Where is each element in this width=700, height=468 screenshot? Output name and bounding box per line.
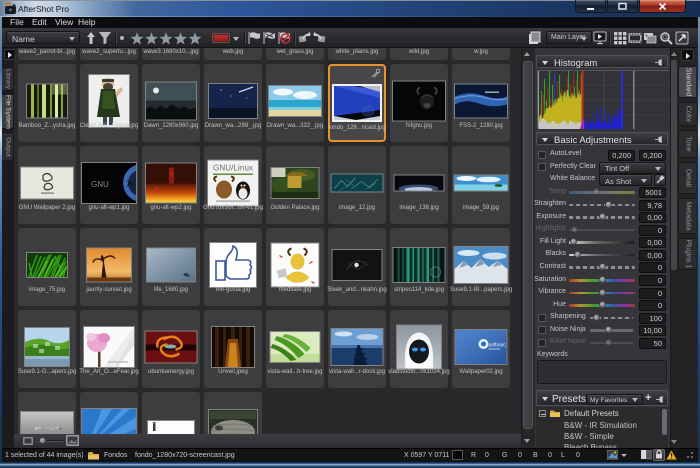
- svg-text:大: 大: [168, 171, 175, 180]
- svg-text:GNU/Linux: GNU/Linux: [213, 164, 253, 173]
- svg-text:LOREM IPSUM: LOREM IPSUM: [37, 427, 62, 431]
- svg-text:softonic: softonic: [489, 343, 507, 349]
- svg-text:GNU: GNU: [91, 180, 109, 189]
